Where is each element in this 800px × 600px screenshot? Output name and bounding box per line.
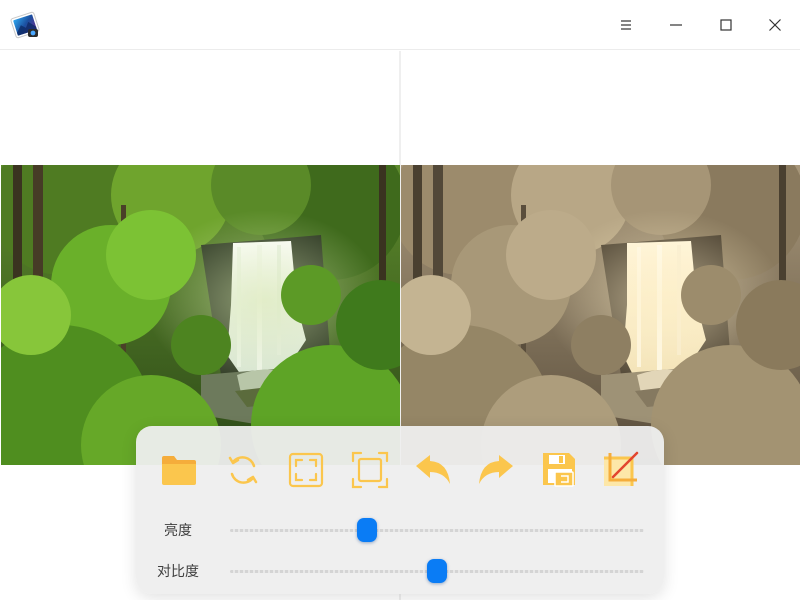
brightness-slider-row: 亮度 bbox=[136, 515, 664, 545]
contrast-label: 对比度 bbox=[157, 564, 199, 580]
maximize-icon bbox=[720, 19, 732, 31]
undo-button[interactable] bbox=[413, 450, 453, 490]
close-icon bbox=[769, 19, 781, 31]
crop-icon bbox=[604, 451, 639, 486]
menu-icon bbox=[621, 20, 631, 30]
edit-control-panel: 亮度 对比度 bbox=[136, 426, 664, 594]
brightness-slider-track[interactable] bbox=[230, 529, 644, 532]
minimize-button[interactable] bbox=[651, 0, 701, 50]
photo-editor-window: 亮度 对比度 bbox=[0, 0, 800, 600]
rotate-button[interactable] bbox=[223, 450, 263, 490]
open-folder-icon bbox=[162, 456, 196, 485]
save-as-button[interactable] bbox=[540, 450, 580, 490]
close-button[interactable] bbox=[750, 0, 800, 50]
processed-image bbox=[401, 165, 800, 465]
fit-window-icon bbox=[288, 452, 324, 488]
minimize-icon bbox=[670, 24, 682, 26]
crop-button[interactable] bbox=[601, 450, 641, 490]
contrast-slider-thumb[interactable] bbox=[427, 559, 447, 583]
actual-size-button[interactable] bbox=[350, 450, 390, 490]
brightness-label: 亮度 bbox=[164, 523, 192, 539]
menu-button[interactable] bbox=[601, 0, 651, 50]
undo-icon bbox=[416, 455, 450, 484]
contrast-slider-row: 对比度 bbox=[136, 556, 664, 586]
save-as-icon bbox=[543, 453, 575, 487]
fit-window-button[interactable] bbox=[286, 450, 326, 490]
redo-icon bbox=[479, 455, 513, 484]
open-button[interactable] bbox=[159, 450, 199, 490]
maximize-button[interactable] bbox=[701, 0, 751, 50]
app-photo-icon bbox=[9, 10, 41, 40]
actual-size-icon bbox=[351, 451, 389, 489]
brightness-slider-thumb[interactable] bbox=[356, 518, 377, 542]
original-image bbox=[1, 165, 400, 465]
title-bar bbox=[0, 0, 800, 50]
redo-button[interactable] bbox=[476, 450, 516, 490]
rotate-icon bbox=[228, 456, 258, 484]
